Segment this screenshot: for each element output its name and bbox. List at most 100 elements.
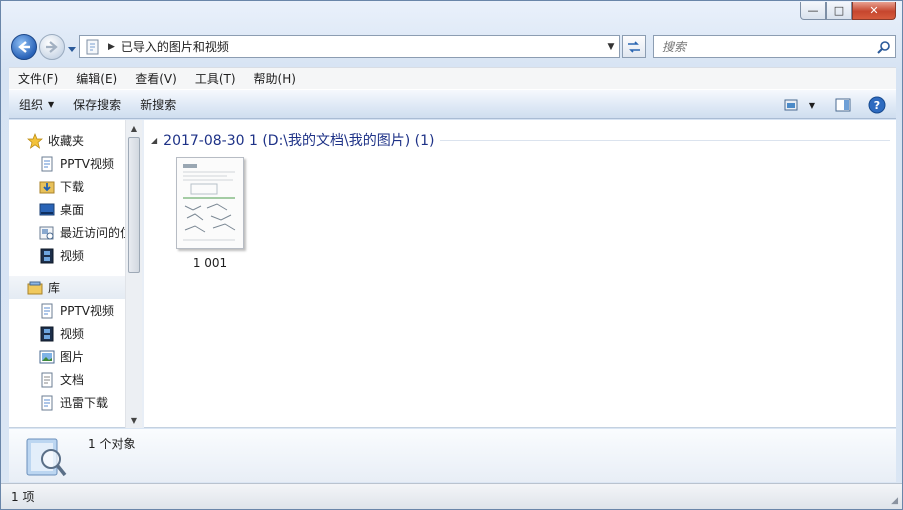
navigation-row: ▶ 已导入的图片和视频 ▼ bbox=[9, 31, 896, 61]
preview-pane-button[interactable] bbox=[830, 94, 856, 116]
download-folder-icon bbox=[39, 181, 55, 193]
organize-button[interactable]: 组织 ▼ bbox=[9, 96, 63, 113]
menu-edit[interactable]: 编辑(E) bbox=[67, 70, 126, 87]
maximize-button[interactable]: □ bbox=[826, 2, 852, 20]
scroll-thumb[interactable] bbox=[128, 137, 140, 273]
group-header[interactable]: ◢ 2017-08-30 1 (D:\我的文档\我的图片) (1) bbox=[151, 130, 890, 150]
sidebar-item-pptv-video[interactable]: PPTV视频 bbox=[9, 152, 125, 175]
organize-label: 组织 bbox=[19, 97, 44, 112]
chevron-down-icon bbox=[68, 47, 76, 52]
scroll-up-icon[interactable]: ▲ bbox=[126, 120, 142, 136]
menu-file[interactable]: 文件(F) bbox=[9, 70, 67, 87]
file-item[interactable]: 1 001 bbox=[175, 157, 245, 270]
details-pane: 1 个对象 bbox=[9, 429, 896, 482]
change-view-button[interactable] bbox=[778, 94, 804, 116]
resize-grip-icon[interactable]: ◢ bbox=[891, 496, 898, 506]
view-icon bbox=[784, 99, 798, 111]
document-icon bbox=[41, 303, 53, 318]
library-section: 库 bbox=[9, 276, 125, 299]
minimize-button[interactable]: — bbox=[800, 2, 826, 20]
help-button[interactable]: ? bbox=[864, 94, 890, 116]
menu-bar: 文件(F) 编辑(E) 查看(V) 工具(T) 帮助(H) bbox=[9, 67, 896, 89]
address-dropdown-icon[interactable]: ▼ bbox=[603, 42, 619, 52]
search-box[interactable] bbox=[653, 35, 896, 58]
chevron-down-icon: ▼ bbox=[48, 99, 55, 109]
sidebar-item-label: 最近访问的位置 bbox=[60, 226, 125, 240]
navigation-pane: 收藏夹 PPTV视频 下载 桌面 最近访问的位置 视频 bbox=[9, 120, 125, 428]
refresh-button[interactable] bbox=[622, 35, 646, 58]
file-name: 1 001 bbox=[192, 256, 228, 270]
sidebar-item-label: 文档 bbox=[60, 373, 85, 387]
document-icon bbox=[41, 156, 53, 171]
sidebar-item-lib-pptv-video[interactable]: PPTV视频 bbox=[9, 299, 125, 322]
sidebar-item-label: 下载 bbox=[60, 180, 85, 194]
close-button[interactable]: ✕ bbox=[852, 2, 896, 20]
document-icon bbox=[41, 372, 53, 387]
star-icon bbox=[27, 132, 43, 149]
sidebar-item-label: 视频 bbox=[60, 327, 85, 341]
sidebar-item-label: 图片 bbox=[60, 350, 85, 364]
sidebar-item-favorites[interactable]: 收藏夹 bbox=[9, 129, 125, 152]
sidebar-item-label: 收藏夹 bbox=[48, 134, 85, 148]
document-scan-thumbnail-icon bbox=[177, 158, 243, 248]
film-icon bbox=[40, 326, 54, 341]
sidebar-item-label: 桌面 bbox=[60, 203, 85, 217]
save-search-button[interactable]: 保存搜索 bbox=[63, 96, 130, 113]
status-text: 1 项 bbox=[11, 490, 35, 504]
sidebar-item-desktop[interactable]: 桌面 bbox=[9, 198, 125, 221]
group-divider bbox=[440, 139, 890, 141]
help-icon: ? bbox=[868, 96, 886, 114]
pictures-icon bbox=[39, 350, 55, 363]
group-title: 2017-08-30 1 (D:\我的文档\我的图片) (1) bbox=[163, 133, 435, 149]
back-button[interactable] bbox=[11, 34, 37, 60]
arrow-right-icon bbox=[46, 41, 58, 53]
main-panes: 收藏夹 PPTV视频 下载 桌面 最近访问的位置 视频 bbox=[9, 120, 896, 428]
sidebar-item-lib-pictures[interactable]: 图片 bbox=[9, 345, 125, 368]
command-bar-right: ▼ ? bbox=[778, 94, 890, 116]
address-bar[interactable]: ▶ 已导入的图片和视频 ▼ bbox=[79, 35, 620, 58]
navigation-scrollbar[interactable]: ▲ ▼ bbox=[125, 120, 142, 428]
command-bar: 组织 ▼ 保存搜索 新搜索 ▼ ? bbox=[9, 89, 896, 119]
breadcrumb[interactable]: 已导入的图片和视频 bbox=[121, 38, 603, 55]
menu-help[interactable]: 帮助(H) bbox=[245, 70, 305, 87]
scroll-down-icon[interactable]: ▼ bbox=[126, 412, 142, 428]
search-results-icon bbox=[26, 438, 67, 477]
new-search-button[interactable]: 新搜索 bbox=[130, 96, 185, 113]
svg-text:?: ? bbox=[874, 99, 880, 112]
caption-buttons: — □ ✕ bbox=[800, 2, 896, 20]
pane-splitter[interactable] bbox=[142, 120, 144, 428]
sidebar-item-videos[interactable]: 视频 bbox=[9, 244, 125, 267]
forward-button[interactable] bbox=[39, 34, 65, 60]
sidebar-item-downloads[interactable]: 下载 bbox=[9, 175, 125, 198]
film-icon bbox=[40, 248, 54, 263]
library-icon bbox=[27, 281, 43, 294]
sidebar-item-label: PPTV视频 bbox=[60, 157, 115, 171]
view-options-dropdown[interactable]: ▼ bbox=[804, 94, 820, 116]
refresh-icon bbox=[628, 40, 640, 53]
sidebar-item-recent-places[interactable]: 最近访问的位置 bbox=[9, 221, 125, 244]
sidebar-item-lib-thunder-downloads[interactable]: 迅雷下载 bbox=[9, 391, 125, 414]
image-thumbnail bbox=[176, 157, 244, 249]
recent-places-icon bbox=[39, 226, 54, 239]
document-icon bbox=[41, 395, 53, 410]
explorer-window: — □ ✕ ▶ 已导入的图片和视频 ▼ 搜索 文件(F) 编辑(E) 查看(V)… bbox=[0, 0, 903, 510]
menu-view[interactable]: 查看(V) bbox=[126, 70, 186, 87]
arrow-left-icon bbox=[18, 41, 30, 53]
history-dropdown[interactable] bbox=[68, 42, 76, 56]
breadcrumb-separator-icon[interactable]: ▶ bbox=[108, 42, 115, 52]
desktop-icon bbox=[39, 203, 55, 215]
sidebar-item-lib-videos[interactable]: 视频 bbox=[9, 322, 125, 345]
preview-pane-icon bbox=[835, 98, 851, 112]
sidebar-item-libraries[interactable]: 库 bbox=[9, 276, 125, 299]
search-icon[interactable] bbox=[873, 40, 895, 54]
folder-path-icon bbox=[86, 39, 99, 54]
file-list: ◢ 2017-08-30 1 (D:\我的文档\我的图片) (1) 1 001 bbox=[145, 120, 896, 427]
menu-tools[interactable]: 工具(T) bbox=[186, 70, 245, 87]
status-bar: 1 项 ◢ bbox=[1, 483, 902, 509]
search-input[interactable] bbox=[654, 38, 873, 55]
collapse-triangle-icon[interactable]: ◢ bbox=[151, 136, 157, 145]
sidebar-item-label: 库 bbox=[48, 281, 61, 295]
sidebar-item-lib-documents[interactable]: 文档 bbox=[9, 368, 125, 391]
sidebar-item-label: 迅雷下载 bbox=[60, 396, 109, 410]
sidebar-item-label: PPTV视频 bbox=[60, 304, 115, 318]
